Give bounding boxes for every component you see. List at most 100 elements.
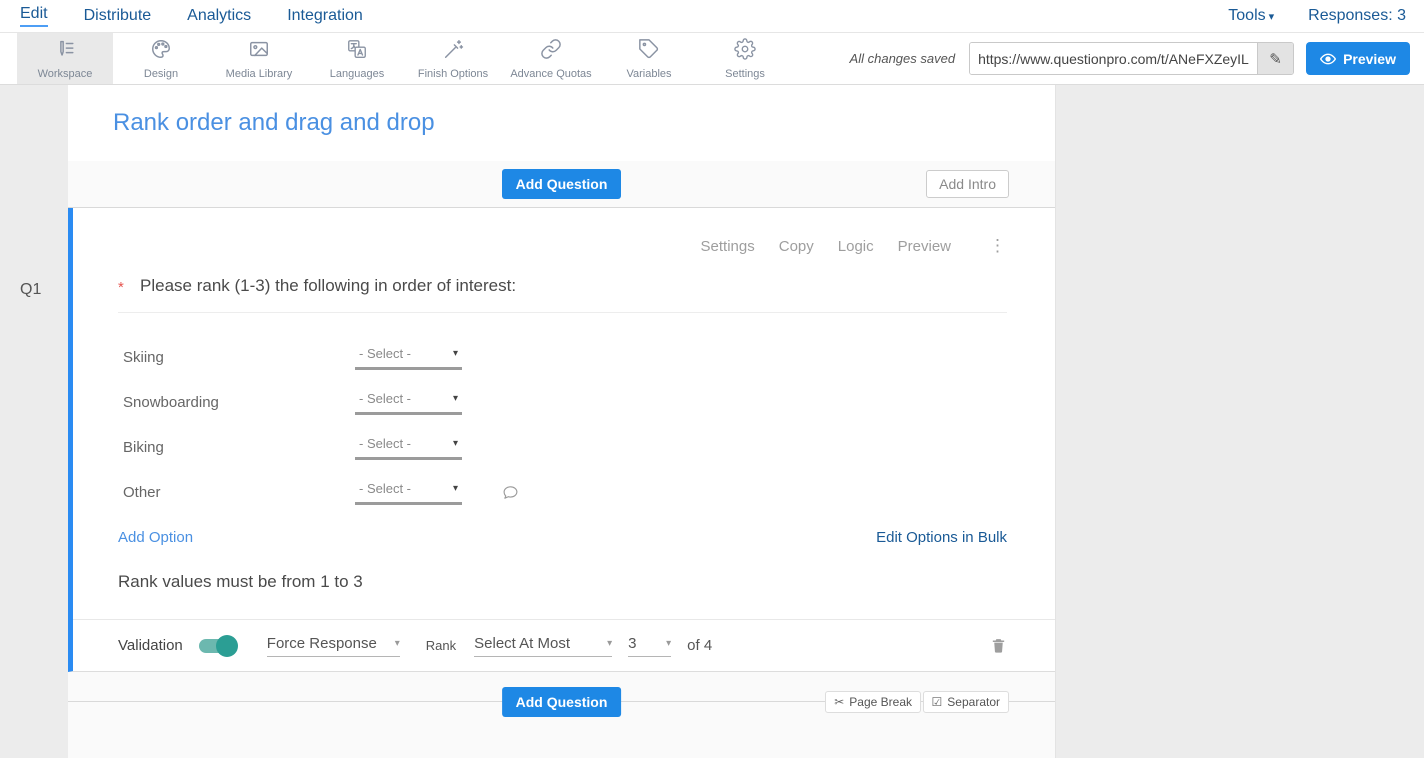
add-option-link[interactable]: Add Option [118,529,193,546]
top-nav: Edit Distribute Analytics Integration To… [0,0,1424,32]
rank-select-dropdown[interactable]: - Select - ▾ [355,391,462,415]
toolbar-item-languages[interactable]: Languages [309,33,405,84]
toolbar-item-label: Advance Quotas [510,68,591,80]
chevron-down-icon: ▾ [453,483,458,494]
nav-tab-distribute[interactable]: Distribute [84,7,152,25]
delete-question-button[interactable] [990,636,1007,655]
toolbar-item-label: Design [144,68,178,80]
validation-toggle[interactable] [199,639,235,653]
option-label[interactable]: Skiing [123,349,355,366]
toolbar-item-workspace[interactable]: Workspace [17,33,113,84]
toolbar-item-label: Media Library [226,68,293,80]
chevron-down-icon: ▾ [666,638,671,649]
nav-tab-analytics[interactable]: Analytics [187,7,251,25]
chevron-down-icon: ▾ [395,638,400,649]
link-icon [540,38,562,65]
add-question-button-top[interactable]: Add Question [502,169,622,199]
option-label[interactable]: Biking [123,439,355,456]
chevron-down-icon: ▾ [453,438,458,449]
trash-icon [990,636,1007,655]
option-links-row: Add Option Edit Options in Bulk [118,529,1007,546]
rank-label: Rank [426,638,456,653]
toolbar-item-label: Languages [330,68,384,80]
toolbar-item-finish-options[interactable]: Finish Options [405,33,501,84]
question-text-row: * Please rank (1-3) the following in ord… [118,276,1007,313]
survey-url-input[interactable] [970,43,1257,74]
checkbox-icon: ☑ [932,695,943,709]
add-question-button-bottom[interactable]: Add Question [502,687,622,717]
comment-bubble-icon[interactable] [502,484,519,501]
add-question-band-bottom: Add Question ✂ Page Break ☑ Separator [68,672,1055,758]
option-row: Biking - Select - ▾ [123,425,1007,470]
magic-wand-icon [442,38,464,65]
page-break-button[interactable]: ✂ Page Break [825,691,921,713]
tag-icon [638,38,660,65]
chevron-down-icon: ▾ [453,393,458,404]
question-text[interactable]: Please rank (1-3) the following in order… [140,276,516,296]
editor-content: Q1 Rank order and drag and drop Add Ques… [0,85,1424,758]
toolbar-item-label: Variables [626,68,671,80]
save-status-text: All changes saved [850,51,956,66]
survey-title-section: Rank order and drag and drop [68,85,1055,161]
chevron-down-icon: ▾ [1269,11,1275,23]
gear-icon [734,38,756,65]
top-nav-right: Tools▾ Responses: 3 [1228,7,1406,25]
chevron-down-icon: ▾ [453,348,458,359]
option-label[interactable]: Other [123,484,355,501]
editor-toolbar: Workspace Design Media Library Languages [0,32,1424,85]
workspace-icon [54,38,76,65]
question-card: Settings Copy Logic Preview ⋮ * Please r… [68,208,1055,672]
option-row: Skiing - Select - ▾ [123,335,1007,380]
tools-menu[interactable]: Tools▾ [1228,7,1274,25]
pencil-icon: ✎ [1269,51,1282,68]
nav-tab-edit[interactable]: Edit [20,5,48,27]
survey-title[interactable]: Rank order and drag and drop [113,109,435,137]
toolbar-item-label: Workspace [38,68,93,80]
question-logic-link[interactable]: Logic [838,238,874,255]
toggle-knob [216,635,238,657]
rank-range-note: Rank values must be from 1 to 3 [118,572,1007,592]
option-label[interactable]: Snowboarding [123,394,355,411]
nav-tab-integration[interactable]: Integration [287,7,363,25]
palette-icon [150,38,172,65]
toolbar-item-advance-quotas[interactable]: Advance Quotas [501,33,601,84]
rank-select-dropdown[interactable]: - Select - ▾ [355,346,462,370]
validation-bar: Validation Force Response ▾ Rank Select … [73,619,1055,671]
app-window: Edit Distribute Analytics Integration To… [0,0,1424,758]
rank-select-dropdown[interactable]: - Select - ▾ [355,481,462,505]
top-nav-tabs: Edit Distribute Analytics Integration [20,5,363,27]
preview-button[interactable]: Preview [1306,42,1410,75]
rank-select-dropdown[interactable]: - Select - ▾ [355,436,462,460]
responses-link[interactable]: Responses: 3 [1308,7,1406,25]
toolbar-item-variables[interactable]: Variables [601,33,697,84]
question-copy-link[interactable]: Copy [779,238,814,255]
toolbar-item-label: Settings [725,68,765,80]
answer-options-list: Skiing - Select - ▾ Snowboarding - Selec… [118,335,1007,515]
option-row: Other - Select - ▾ [123,470,1007,515]
image-icon [248,38,270,65]
toolbar-item-label: Finish Options [418,68,488,80]
separator-button[interactable]: ☑ Separator [923,691,1009,713]
add-question-band-top: Add Question Add Intro [68,161,1055,208]
add-intro-button[interactable]: Add Intro [926,170,1009,198]
toolbar-item-design[interactable]: Design [113,33,209,84]
toolbar-item-media-library[interactable]: Media Library [209,33,309,84]
edit-options-bulk-link[interactable]: Edit Options in Bulk [876,529,1007,546]
edit-url-button[interactable]: ✎ [1257,43,1293,74]
toolbar-item-settings[interactable]: Settings [697,33,793,84]
of-total-label: of 4 [687,637,712,654]
select-count-dropdown[interactable]: 3 ▾ [628,635,671,657]
survey-canvas: Rank order and drag and drop Add Questio… [68,85,1056,758]
force-response-dropdown[interactable]: Force Response ▾ [267,635,400,657]
question-settings-link[interactable]: Settings [701,238,755,255]
question-preview-link[interactable]: Preview [898,238,951,255]
option-row: Snowboarding - Select - ▾ [123,380,1007,425]
survey-url-group: ✎ [969,42,1294,75]
required-asterisk: * [118,276,140,296]
more-options-icon[interactable]: ⋮ [989,236,1007,256]
question-actions: Settings Copy Logic Preview ⋮ [118,208,1007,256]
select-mode-dropdown[interactable]: Select At Most ▾ [474,635,612,657]
toolbar-tabs: Workspace Design Media Library Languages [17,33,793,84]
validation-label: Validation [118,637,183,654]
scissors-icon: ✂ [834,695,844,709]
